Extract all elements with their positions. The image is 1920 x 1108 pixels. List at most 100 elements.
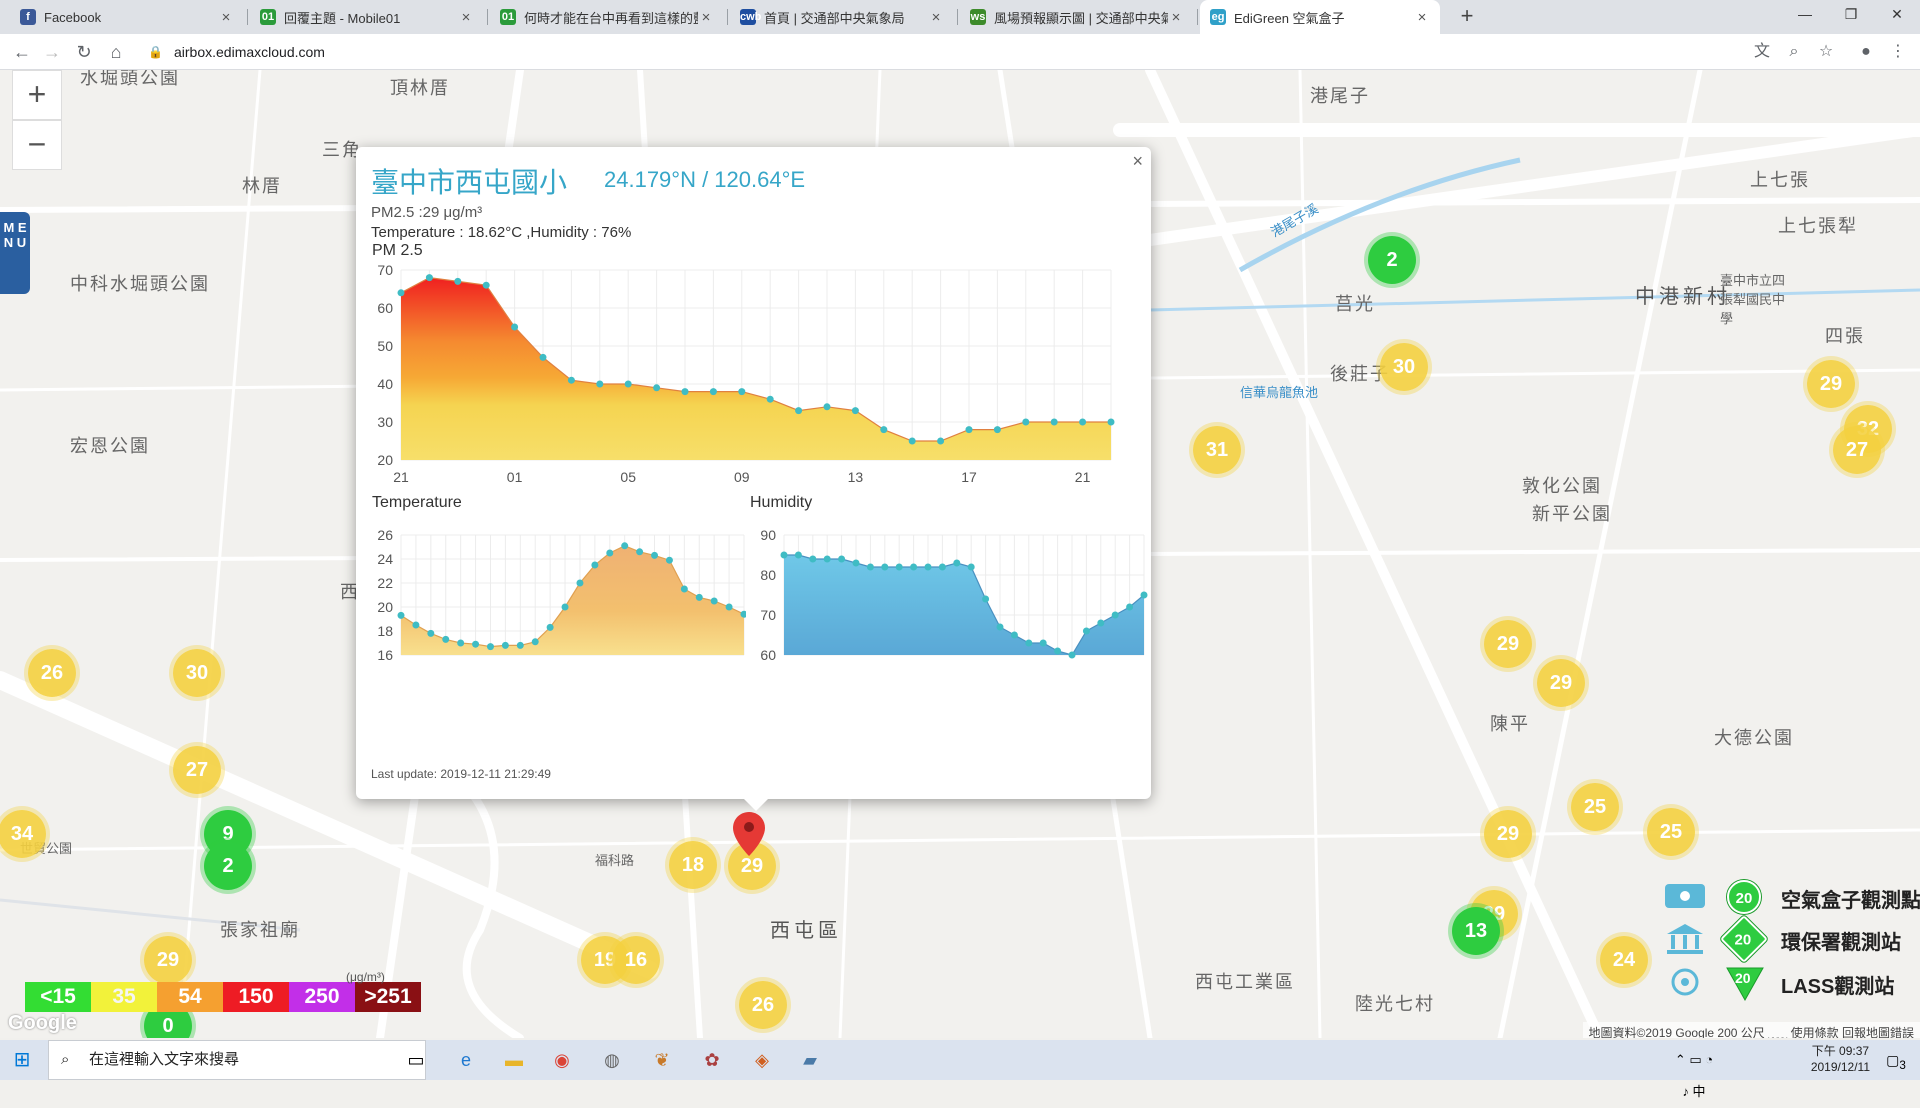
clock[interactable]: 下午 09:37 2019/12/11 — [1811, 1043, 1870, 1075]
profile-icon[interactable]: ● — [1852, 38, 1880, 66]
y-tick-label: 20 — [377, 599, 393, 615]
app-icon[interactable]: ❦ — [642, 1044, 682, 1076]
browser-tab[interactable]: cwb 首頁 | 交通部中央氣象局 × — [730, 0, 954, 34]
y-tick-label: 90 — [760, 527, 776, 543]
maximize-button[interactable]: ❐ — [1828, 0, 1874, 30]
station-marker[interactable]: 31 — [1193, 426, 1241, 474]
map[interactable]: + − M E N U 頂林厝水堀頭公園三角林厝中科水堀頭公園宏恩公園西屯港尾子… — [0, 70, 1920, 1038]
station-marker[interactable]: 27 — [173, 746, 221, 794]
data-point — [795, 407, 803, 415]
menu-button[interactable]: M E N U — [0, 212, 30, 294]
date: 2019/12/11 — [1810, 1060, 1870, 1074]
site-favicon-icon: 01 — [500, 9, 516, 25]
tab-close-icon[interactable]: × — [1168, 9, 1184, 26]
station-marker[interactable]: 2 — [204, 842, 252, 890]
forward-icon[interactable]: → — [38, 38, 66, 66]
legend-lass[interactable]: 20 LASS觀測站 — [1655, 964, 1920, 1004]
station-marker[interactable]: 25 — [1571, 783, 1619, 831]
edge-icon[interactable]: e — [446, 1044, 486, 1076]
station-marker[interactable]: 27 — [1833, 426, 1881, 474]
tab-title: EdiGreen 空氣盒子 — [1234, 10, 1345, 26]
tab-close-icon[interactable]: × — [1414, 9, 1430, 26]
chrome-icon[interactable]: ◉ — [542, 1044, 582, 1076]
map-place-label: 上七張犁 — [1778, 216, 1858, 236]
home-icon[interactable]: ⌂ — [102, 38, 130, 66]
tab-close-icon[interactable]: × — [928, 9, 944, 26]
new-tab-button[interactable]: + — [1454, 4, 1480, 30]
start-button-icon[interactable]: ⊞ — [2, 1044, 42, 1076]
reload-icon[interactable]: ↻ — [70, 38, 98, 66]
data-point — [1097, 619, 1105, 627]
notification-icon[interactable]: ▢3 — [1876, 1044, 1916, 1076]
tray-icons[interactable]: ⌃ ▭ ◔ ♪ 中 — [1674, 1044, 1714, 1099]
data-point — [1140, 591, 1148, 599]
y-tick-label: 40 — [377, 376, 393, 392]
map-attribution[interactable]: 地圖資料©2019 Google 200 公尺 ⎵⎵⎵⎵ 使用條款 回報地圖錯誤 — [1582, 1022, 1920, 1038]
station-marker[interactable]: 30 — [1380, 343, 1428, 391]
close-window-button[interactable]: ✕ — [1874, 0, 1920, 30]
series-area — [401, 545, 744, 655]
app-icon[interactable]: ▰ — [790, 1044, 830, 1076]
series-area — [784, 555, 1144, 655]
task-view-icon[interactable]: ▭ — [396, 1044, 436, 1076]
menu-dots-icon[interactable]: ⋮ — [1884, 38, 1912, 66]
station-marker[interactable]: 30 — [173, 649, 221, 697]
translate-icon[interactable]: 文 — [1748, 38, 1776, 66]
tab-close-icon[interactable]: × — [698, 9, 714, 26]
bookmark-star-icon[interactable]: ☆ — [1812, 38, 1840, 66]
tab-separator — [247, 9, 248, 25]
tab-close-icon[interactable]: × — [218, 9, 234, 26]
tab-close-icon[interactable]: × — [458, 9, 474, 26]
scale-cell: <15 — [25, 982, 91, 1012]
file-explorer-icon[interactable]: ▬ — [494, 1044, 534, 1076]
station-marker[interactable]: 24 — [1600, 936, 1648, 984]
zoom-out-button[interactable]: − — [12, 120, 62, 170]
popup-close-button[interactable]: × — [1132, 151, 1143, 172]
station-marker[interactable]: 29 — [1537, 659, 1585, 707]
map-place-label: 港尾子 — [1310, 86, 1370, 106]
search-icon: ⌕ — [61, 1051, 70, 1068]
zoom-in-button[interactable]: + — [12, 70, 62, 120]
station-marker[interactable]: 29 — [1484, 620, 1532, 668]
legend-label: 環保署觀測站 — [1781, 932, 1901, 954]
back-icon[interactable]: ← — [8, 38, 36, 66]
browser-tab[interactable]: ws 風場預報顯示圖 | 交通部中央氣象局× — [960, 0, 1194, 34]
browser-tab[interactable]: 01 何時才能在台中再看到這樣的藍天× — [490, 0, 724, 34]
taskbar-search[interactable]: ⌕ 在這裡輸入文字來搜尋 — [48, 1040, 426, 1080]
browser-tab[interactable]: eg EdiGreen 空氣盒子 × — [1200, 0, 1440, 34]
legend-airbox[interactable]: 20 空氣盒子觀測點 — [1655, 878, 1920, 918]
station-marker[interactable]: 13 — [1452, 907, 1500, 955]
y-tick-label: 50 — [377, 338, 393, 354]
map-place-label: 信華烏龍魚池 — [1240, 385, 1319, 400]
address-bar[interactable]: airbox.edimaxcloud.com — [140, 39, 1760, 65]
station-marker[interactable]: 2 — [1368, 236, 1416, 284]
app-icon[interactable]: ◍ — [592, 1044, 632, 1076]
tab-separator — [957, 9, 958, 25]
scale-cell: 54 — [157, 982, 223, 1012]
zoom-icon[interactable]: ⌕ — [1780, 38, 1808, 66]
selected-location-pin-icon[interactable] — [733, 812, 765, 858]
minimize-button[interactable]: — — [1782, 0, 1828, 30]
pm25-chart-title: PM 2.5 — [372, 242, 423, 259]
data-point — [1079, 418, 1087, 426]
station-marker[interactable]: 18 — [669, 841, 717, 889]
browser-tab[interactable]: 01 回覆主題 - Mobile01 × — [250, 0, 484, 34]
x-tick-label: 01 — [507, 469, 523, 485]
station-marker[interactable]: 34 — [0, 810, 46, 858]
map-place-label: 新平公園 — [1532, 504, 1612, 524]
data-point — [596, 380, 604, 388]
browser-toolbar: ← → ↻ ⌂ 🔒 airbox.edimaxcloud.com 文 ⌕ ☆ ●… — [0, 34, 1920, 70]
app-icon[interactable]: ✿ — [692, 1044, 732, 1076]
station-marker[interactable]: 25 — [1647, 808, 1695, 856]
legend-epa[interactable]: 20 環保署觀測站 — [1655, 914, 1920, 964]
station-marker[interactable]: 29 — [144, 936, 192, 984]
map-place-label: 張家祖廟 — [220, 920, 300, 940]
station-marker[interactable]: 16 — [612, 936, 660, 984]
station-marker[interactable]: 26 — [739, 981, 787, 1029]
app-icon[interactable]: ◈ — [742, 1044, 782, 1076]
station-marker[interactable]: 29 — [1807, 360, 1855, 408]
data-point — [866, 563, 874, 571]
station-marker[interactable]: 26 — [28, 649, 76, 697]
station-marker[interactable]: 29 — [1484, 810, 1532, 858]
browser-tab[interactable]: f Facebook × — [10, 0, 244, 34]
